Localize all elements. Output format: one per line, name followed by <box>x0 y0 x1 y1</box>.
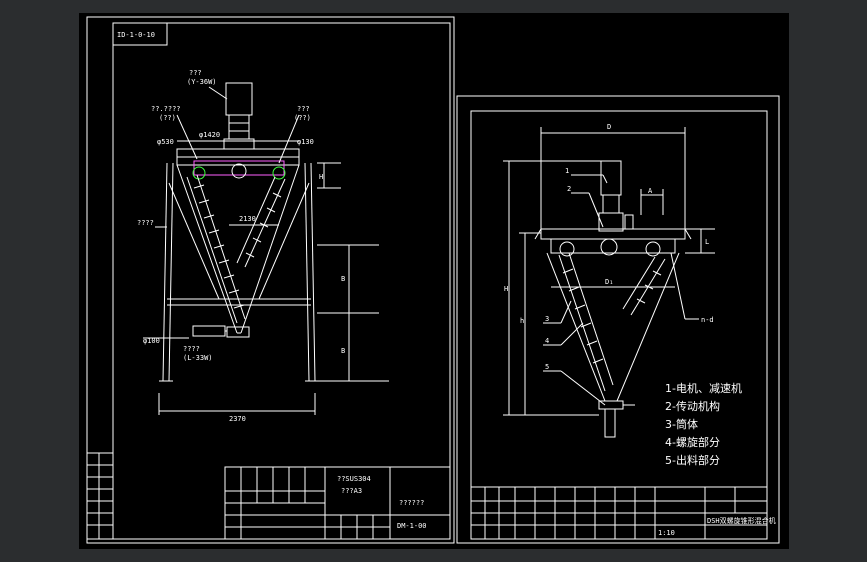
r-dim-inner-height: h <box>520 317 524 325</box>
r-tb-scale: 1:10 <box>658 529 675 537</box>
r-dim-top-width: D <box>607 123 611 131</box>
right-outer-border <box>456 95 780 544</box>
motor-callout: ??? <box>189 69 202 77</box>
screw-left <box>186 174 246 324</box>
dim-h3: B <box>341 347 345 355</box>
legend-item-4: 4-螺旋部分 <box>665 435 720 449</box>
dim-right: φ130 <box>297 138 314 146</box>
parts-legend: 1-电机、减速机 2-传动机构 3-筒体 4-螺旋部分 5-出料部分 <box>665 381 742 467</box>
legend-item-1: 1-电机、减速机 <box>665 381 742 395</box>
r-dim-nozzle: n-d <box>701 316 714 324</box>
left-outer-border <box>86 16 455 544</box>
outlet-callout: ???? <box>183 345 200 353</box>
dim-left: φ530 <box>157 138 174 146</box>
cad-drawing: ID-1-0-10 ??? (Y-36W) ??.???? (??) ??? (… <box>86 16 780 544</box>
dim-mid: 2130 <box>239 215 256 223</box>
dimensions-left <box>143 140 389 415</box>
left-inner-border <box>112 22 451 540</box>
corner-tag: ID-1-0-10 <box>117 31 155 39</box>
left-sheet: ID-1-0-10 ??? (Y-36W) ??.???? (??) ??? (… <box>86 16 455 544</box>
drive-left-callout: ??.???? <box>151 105 181 113</box>
r-dim-lower-width: D₁ <box>605 278 613 286</box>
part-number-5: 5 <box>545 363 549 371</box>
part-leaders <box>543 174 608 406</box>
r-motor <box>598 160 634 232</box>
right-sheet: D A H h D₁ n-d L 1 2 3 4 5 1-电机、减速机 2-传动… <box>456 95 780 544</box>
r-screw-right <box>622 256 666 316</box>
r-screw-left <box>558 252 614 392</box>
dim-outlet: φ100 <box>143 337 160 345</box>
r-outlet <box>598 400 635 438</box>
tb-material-1: ??SUS304 <box>337 475 371 483</box>
dim-h1: H <box>319 173 323 181</box>
outlet-callout-sub: (L-33W) <box>183 354 213 362</box>
r-drive <box>534 228 692 257</box>
tb-material-2: ???A3 <box>341 487 362 495</box>
drive-mechanism <box>176 148 300 180</box>
part-number-3: 3 <box>545 315 549 323</box>
legend-item-2: 2-传动机构 <box>665 399 720 413</box>
right-inner-border <box>470 110 768 540</box>
part-number-2: 2 <box>567 185 571 193</box>
frame-callout: ???? <box>137 219 154 227</box>
legend-item-5: 5-出料部分 <box>665 453 720 467</box>
revision-strip <box>86 452 114 540</box>
r-dim-offset: A <box>648 187 653 195</box>
dim-top: φ1420 <box>199 131 220 139</box>
legend-item-3: 3-筒体 <box>665 417 698 431</box>
drive-right-callout: ??? <box>297 105 310 113</box>
drawing-sheet: ID-1-0-10 ??? (Y-36W) ??.???? (??) ??? (… <box>79 13 789 549</box>
right-title-block <box>470 486 768 540</box>
r-cone <box>546 252 680 402</box>
part-number-4: 4 <box>545 337 549 345</box>
motor-callout-sub: (Y-36W) <box>187 78 217 86</box>
tb-drawing-no: DM-1-00 <box>397 522 427 530</box>
tb-name: ?????? <box>399 499 424 507</box>
dim-bottom: 2370 <box>229 415 246 423</box>
outlet <box>192 325 250 338</box>
drive-left-callout-sub: (??) <box>159 114 176 122</box>
dim-h2: B <box>341 275 345 283</box>
r-dim-outlet: L <box>705 238 709 246</box>
r-tb-name: DSH双螺旋锥形混合机 <box>707 516 776 525</box>
motor <box>223 82 255 150</box>
r-dim-height: H <box>504 285 508 293</box>
part-number-1: 1 <box>565 167 569 175</box>
